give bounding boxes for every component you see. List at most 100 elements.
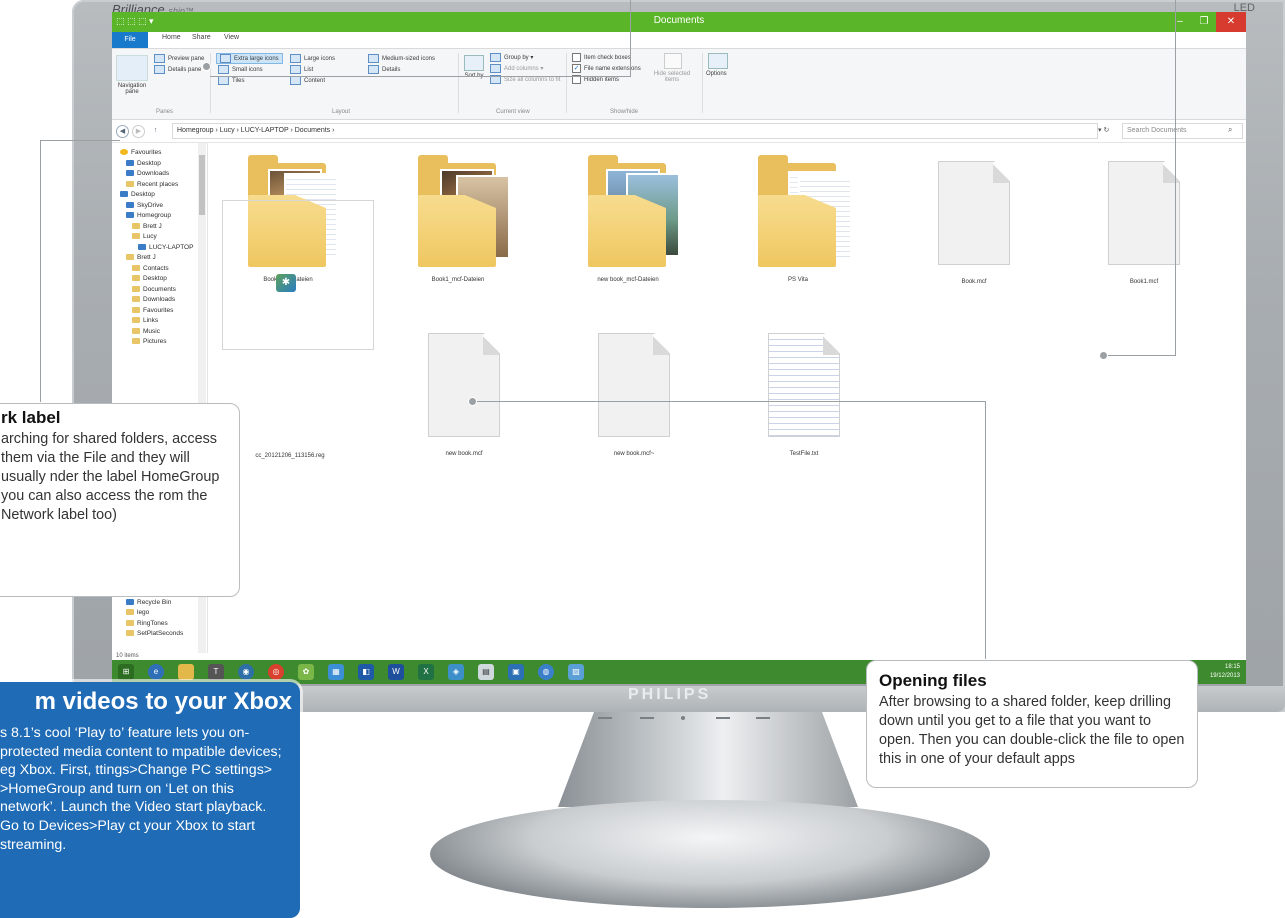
sort-icon[interactable]	[464, 55, 484, 71]
item-check-boxes-toggle[interactable]: Item check boxes	[572, 53, 631, 62]
back-arrow-icon[interactable]: ◀	[116, 125, 129, 138]
scrollbar-thumb[interactable]	[199, 155, 205, 215]
options-icon[interactable]	[708, 53, 728, 69]
callout-line	[40, 140, 41, 402]
sidebar-item[interactable]: SetPlatSeconds	[126, 630, 183, 637]
list-option[interactable]: List	[290, 65, 313, 74]
file-item[interactable]: new book.mcf	[394, 333, 534, 457]
selected-tile[interactable]	[222, 200, 374, 350]
tab-share[interactable]: Share	[192, 34, 211, 41]
sidebar-item[interactable]: LUCY-LAPTOP	[138, 244, 193, 251]
folder-item[interactable]: PS Vita	[728, 153, 868, 283]
file-name: Book.mcf	[961, 279, 987, 285]
file-name: TestFile.txt	[789, 451, 819, 457]
folder-item[interactable]: Book1_mcf-Dateien	[388, 153, 528, 283]
file-item[interactable]: Book.mcf	[904, 161, 1044, 285]
folder-item[interactable]: new book_mcf-Dateien	[558, 153, 698, 283]
file-name: Book1_mcf-Dateien	[431, 277, 485, 283]
file-extensions-label: File name extensions	[584, 66, 641, 73]
sidebar-item[interactable]: lego	[126, 609, 149, 616]
sidebar-item[interactable]: Desktop	[126, 160, 161, 167]
tab-home[interactable]: Home	[162, 34, 181, 41]
app-icon[interactable]: ▣	[508, 664, 524, 680]
app-icon[interactable]: ◉	[238, 664, 254, 680]
ie-icon[interactable]: e	[148, 664, 164, 680]
start-icon[interactable]: ⊞	[118, 664, 134, 680]
medium-icons-option[interactable]: Medium-sized icons	[368, 54, 435, 63]
folder-icon	[752, 153, 852, 271]
refresh-icon[interactable]: ▾ ↻	[1098, 126, 1109, 134]
sidebar-item[interactable]: Desktop	[132, 275, 167, 282]
sidebar-item[interactable]: Brett J	[126, 254, 156, 261]
tab-file[interactable]: File	[112, 32, 148, 48]
navigation-pane-button[interactable]: Navigation pane	[114, 83, 150, 95]
small-icons-option[interactable]: Small icons	[218, 65, 263, 74]
file-item[interactable]: cc_20121206_113156.reg	[220, 447, 360, 459]
sidebar-item[interactable]: Recent places	[126, 181, 178, 188]
app-icon[interactable]: ◈	[448, 664, 464, 680]
sidebar-item[interactable]: Downloads	[126, 170, 169, 177]
sidebar-item-label: lego	[137, 609, 150, 616]
network-label-callout: rk label arching for shared folders, acc…	[0, 403, 240, 597]
details-option[interactable]: Details	[368, 65, 400, 74]
sidebar-item[interactable]: Recycle Bin	[126, 599, 171, 606]
callout-dot	[468, 397, 477, 406]
excel-icon[interactable]: X	[418, 664, 434, 680]
explorer-icon[interactable]	[178, 664, 194, 680]
app-icon[interactable]: ◧	[358, 664, 374, 680]
show-hide-group-label: Show/hide	[610, 109, 639, 115]
forward-arrow-icon[interactable]: ▶	[132, 125, 145, 138]
sidebar-item[interactable]: RingTones	[126, 620, 168, 627]
app-icon[interactable]: ▨	[568, 664, 584, 680]
file-item[interactable]: Book1.mcf	[1074, 161, 1214, 285]
notepad-icon[interactable]: ▤	[478, 664, 494, 680]
sidebar-item[interactable]: Music	[132, 328, 160, 335]
minimize-button[interactable]: –	[1168, 12, 1192, 32]
maximize-button[interactable]: ❐	[1192, 12, 1216, 32]
preview-pane-button[interactable]: Preview pane	[154, 54, 204, 63]
add-columns-button[interactable]: Add columns ▾	[490, 64, 543, 73]
item-check-boxes-label: Item check boxes	[584, 55, 631, 62]
drive-icon	[126, 212, 134, 219]
sidebar-item[interactable]: Documents	[132, 286, 176, 293]
sidebar-item[interactable]: Contacts	[132, 265, 169, 272]
search-input[interactable]: Search Documents	[1122, 123, 1243, 139]
sidebar-item[interactable]: SkyDrive	[126, 202, 163, 209]
word-icon[interactable]: W	[388, 664, 404, 680]
content-option[interactable]: Content	[290, 76, 325, 85]
sidebar-item[interactable]: Pictures	[132, 338, 166, 345]
tool-icon[interactable]: T	[208, 664, 224, 680]
chrome-icon[interactable]: ◎	[268, 664, 284, 680]
hide-selected-button[interactable]: Hide selected items	[652, 71, 692, 83]
app-icon[interactable]: ◍	[538, 664, 554, 680]
box-title: m videos to your Xbox	[34, 688, 292, 715]
tiles-option[interactable]: Tiles	[218, 76, 244, 85]
app-icon[interactable]: ✿	[298, 664, 314, 680]
address-bar[interactable]: Homegroup › Lucy › LUCY-LAPTOP › Documen…	[172, 123, 1098, 139]
sidebar-item[interactable]: Desktop	[120, 191, 155, 198]
hide-selected-icon[interactable]	[664, 53, 682, 69]
taskbar-date: 19/12/2013	[1209, 673, 1240, 679]
sidebar-item[interactable]: Links	[132, 317, 158, 324]
tab-view[interactable]: View	[224, 34, 239, 41]
navigation-pane-icon[interactable]	[116, 55, 148, 81]
text-document-icon	[768, 333, 840, 437]
sidebar-item[interactable]: Favourites	[120, 149, 161, 156]
up-arrow-icon[interactable]: ↑	[150, 125, 161, 136]
taskbar-clock[interactable]: 18:15 19/12/2013	[1210, 663, 1240, 681]
sidebar-item[interactable]: Favourites	[132, 307, 173, 314]
large-icons-option[interactable]: Large icons	[290, 54, 335, 63]
options-button[interactable]: Options	[706, 71, 727, 77]
group-by-button[interactable]: Group by ▾	[490, 53, 533, 62]
file-item[interactable]: new book.mcf~	[564, 333, 704, 457]
sidebar-item[interactable]: Homegroup	[126, 212, 171, 219]
file-item[interactable]: TestFile.txt	[734, 333, 874, 457]
extra-large-icons-option[interactable]: Extra large icons	[216, 53, 283, 64]
details-pane-button[interactable]: Details pane	[154, 65, 201, 74]
sidebar-item[interactable]: Lucy	[132, 233, 157, 240]
sidebar-item[interactable]: Downloads	[132, 296, 175, 303]
opening-files-callout: Opening files After browsing to a shared…	[866, 660, 1198, 788]
app-icon[interactable]: ▦	[328, 664, 344, 680]
sidebar-item[interactable]: Brett J	[132, 223, 162, 230]
close-button[interactable]: ✕	[1216, 12, 1246, 32]
